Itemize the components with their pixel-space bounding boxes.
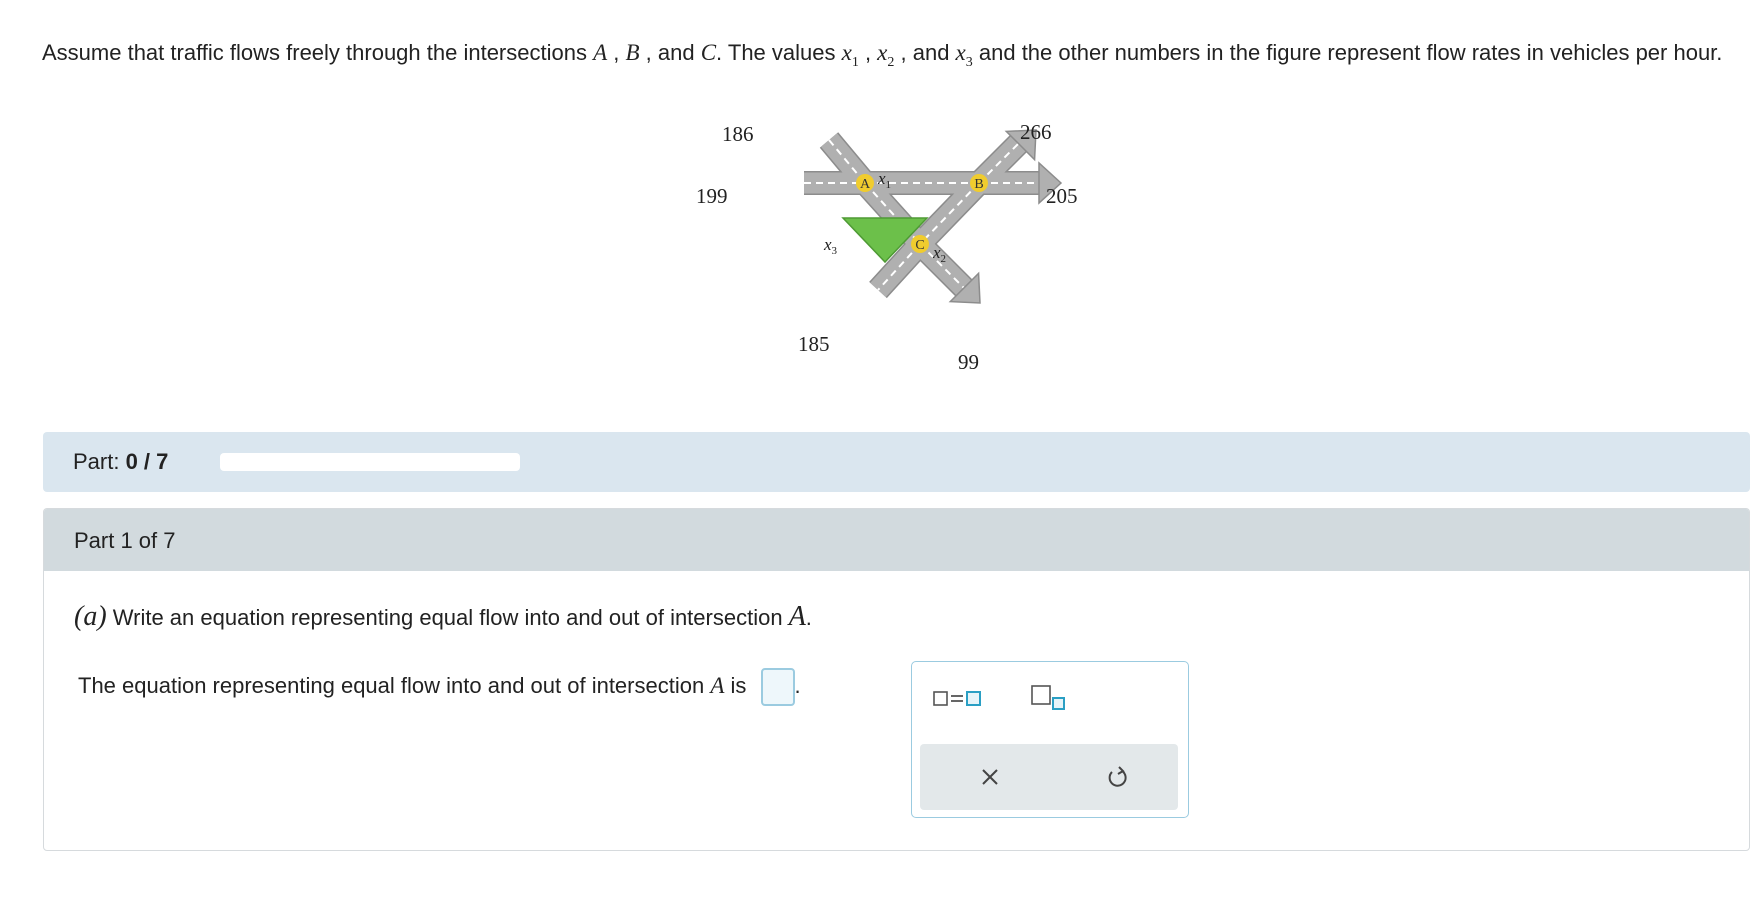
var-x2: x2 [877,40,895,70]
flow-label-bottom-left: 185 [798,332,830,356]
problem-text: Assume that traffic flows freely through… [42,40,594,65]
var-x1: x1 [841,40,859,70]
undo-icon [1108,766,1127,787]
problem-text: . The values [716,40,842,65]
flow-label-top-right: 266 [1020,120,1052,144]
close-icon [982,769,998,785]
flow-label-left: 199 [696,184,728,208]
var-label-x2: x2 [932,243,946,265]
subscript-icon [1031,685,1065,710]
question-letter: (a) [74,601,107,632]
intersection-a-label: A [860,177,871,192]
clear-button[interactable] [975,762,1005,792]
intersection-b-label: B [974,177,983,192]
separator: , and [639,40,701,65]
answer-input[interactable] [760,668,795,706]
answer-line: The equation representing equal flow int… [78,668,801,706]
palette-actions [920,744,1178,810]
var-x3: x3 [955,40,973,70]
undo-button[interactable] [1102,762,1132,792]
intersection-c-label: C [915,238,924,253]
subscript-tool-button[interactable] [1030,682,1076,716]
progress-track [220,453,520,471]
question-a: (a) Write an equation representing equal… [74,601,812,632]
var-A: A [710,672,725,698]
var-label-x3: x3 [823,235,838,257]
traffic-figure: A BC 186 199 266 205 185 99 x1 x3 x2 [696,120,1078,374]
part-progress-bar: Part: 0 / 7 [43,432,1750,492]
part-title: Part 1 of 7 [74,528,176,553]
var-A: A [788,601,806,632]
part-header: Part 1 of 7 [44,509,1749,571]
separator: , [607,40,626,65]
var-A: A [593,40,608,65]
flow-label-right: 205 [1046,184,1078,208]
var-C: C [700,40,717,65]
problem-text: and the other numbers in the figure repr… [972,40,1723,65]
problem-statement: Assume that traffic flows freely through… [42,34,1732,82]
math-palette [911,661,1189,818]
var-B: B [625,40,640,65]
separator: , and [894,40,956,65]
part-counter: Part: 0 / 7 [73,449,169,474]
flow-label-bottom-right: 99 [958,350,979,374]
equation-tool-button[interactable] [932,684,992,714]
part-panel: Part 1 of 7 (a) Write an equation repres… [43,508,1750,851]
separator: , [858,40,878,65]
equation-icon [933,691,981,706]
flow-label-top-left: 186 [722,122,754,146]
